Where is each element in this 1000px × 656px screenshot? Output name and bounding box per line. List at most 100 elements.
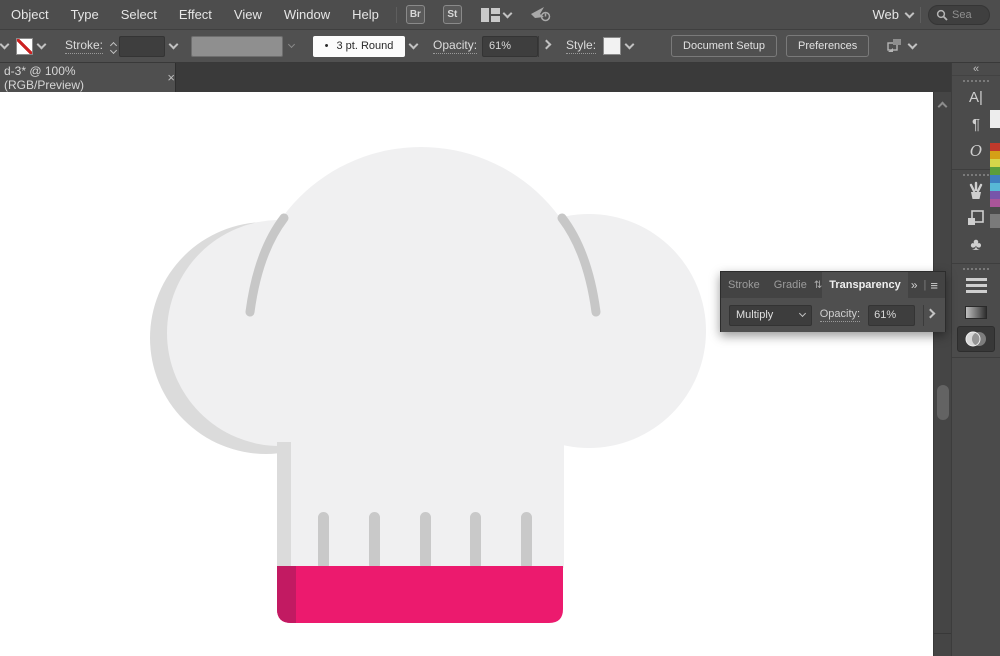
- align-icon[interactable]: [885, 36, 905, 57]
- preferences-button[interactable]: Preferences: [785, 35, 870, 57]
- blend-mode-value: Multiply: [736, 309, 774, 321]
- stock-icon[interactable]: St: [442, 5, 462, 24]
- transparency-panel-header: Stroke Gradie ⇅ Transparency » | ≡: [721, 272, 945, 298]
- panel-menu-icon[interactable]: ≡: [930, 278, 938, 293]
- menu-view[interactable]: View: [223, 0, 273, 29]
- opentype-icon: O: [969, 142, 983, 160]
- style-label[interactable]: Style:: [566, 38, 597, 54]
- swatch-gray[interactable]: [990, 214, 1000, 228]
- panel-opacity-label[interactable]: Opacity:: [819, 308, 861, 322]
- artboard-canvas[interactable]: [0, 92, 933, 656]
- search-icon: [936, 9, 948, 21]
- brush-bullet: •: [324, 40, 329, 52]
- menu-window[interactable]: Window: [273, 0, 341, 29]
- panel-opacity-options-button[interactable]: [922, 304, 937, 326]
- swatch-yellow[interactable]: [990, 159, 1000, 167]
- menu-type[interactable]: Type: [60, 0, 110, 29]
- align-chevron-icon[interactable]: [907, 39, 918, 50]
- menu-object[interactable]: Object: [0, 0, 60, 29]
- hat-stitch: [420, 512, 431, 570]
- workspace-chevron-icon: [904, 8, 915, 18]
- docked-swatches-sliver[interactable]: [990, 92, 1000, 392]
- search-input[interactable]: Sea: [928, 4, 990, 25]
- opacity-options-button[interactable]: [538, 35, 554, 57]
- panel-grip[interactable]: [963, 174, 989, 176]
- cycle-tabs-icon[interactable]: ⇅: [814, 280, 822, 291]
- swatch-red[interactable]: [990, 143, 1000, 151]
- panel-grip[interactable]: [963, 268, 989, 270]
- stroke-weight-stepper[interactable]: [109, 40, 118, 54]
- swatch-blue[interactable]: [990, 175, 1000, 183]
- menu-help[interactable]: Help: [341, 0, 390, 29]
- close-tab-icon[interactable]: ×: [167, 70, 175, 85]
- document-setup-button[interactable]: Document Setup: [671, 35, 777, 57]
- hat-brim: [277, 566, 563, 623]
- graphic-styles-icon: [968, 210, 984, 225]
- tab-stroke[interactable]: Stroke: [721, 272, 767, 298]
- menubar-divider: [395, 6, 397, 23]
- workspace-switcher[interactable]: Web Sea: [872, 4, 1000, 25]
- width-profile-select[interactable]: [191, 35, 284, 57]
- blend-mode-chevron-icon: [798, 309, 806, 318]
- brush-definition-select[interactable]: • 3 pt. Round: [313, 35, 406, 57]
- panel-grip[interactable]: [963, 80, 989, 82]
- hat-stitch: [369, 512, 380, 570]
- menu-bar: Object Type Select Effect View Window He…: [0, 0, 1000, 29]
- brush-value: 3 pt. Round: [336, 40, 394, 52]
- tab-gradient[interactable]: Gradie: [767, 272, 814, 298]
- swatch-green[interactable]: [990, 167, 1000, 175]
- stroke-weight-chevron-icon[interactable]: [165, 36, 181, 57]
- bridge-icon[interactable]: Br: [405, 5, 425, 24]
- swatch-purple[interactable]: [990, 191, 1000, 199]
- scrollbar-thumb[interactable]: [937, 385, 949, 420]
- vertical-scrollbar[interactable]: [933, 92, 952, 656]
- search-placeholder: Sea: [952, 8, 972, 21]
- hat-brim-shadow: [277, 566, 296, 623]
- fill-none-swatch[interactable]: [16, 37, 33, 55]
- document-tab-title: d-3* @ 100% (RGB/Preview): [4, 63, 85, 92]
- blend-mode-select[interactable]: Multiply: [729, 304, 812, 326]
- transparency-panel-icon: [965, 331, 986, 347]
- workspace-label: Web: [872, 7, 900, 22]
- style-chevron-icon[interactable]: [621, 36, 637, 57]
- opacity-label[interactable]: Opacity:: [433, 38, 478, 54]
- swatch-white[interactable]: [990, 110, 1000, 128]
- swatch-magenta[interactable]: [990, 199, 1000, 207]
- stroke-weight-label[interactable]: Stroke:: [65, 38, 104, 54]
- menu-select[interactable]: Select: [110, 0, 168, 29]
- opacity-input[interactable]: 61%: [482, 35, 539, 57]
- transparency-panel: Stroke Gradie ⇅ Transparency » | ≡ Multi…: [720, 271, 946, 332]
- graphic-style-swatch[interactable]: [603, 37, 622, 55]
- swatch-orange[interactable]: [990, 151, 1000, 159]
- chef-hat-artwork[interactable]: [0, 92, 933, 656]
- stroke-weight-input[interactable]: [119, 35, 166, 57]
- stroke-panel-icon: [965, 277, 987, 293]
- collapse-panel-icon[interactable]: »: [911, 278, 918, 292]
- tab-transparency[interactable]: Transparency: [822, 272, 908, 298]
- collapse-dock-button[interactable]: «: [952, 63, 1000, 76]
- gradient-panel-icon: [965, 305, 987, 319]
- fill-proxy-chevron-icon[interactable]: [0, 36, 12, 57]
- width-profile-chevron-icon[interactable]: [283, 36, 299, 57]
- brush-chevron-icon[interactable]: [405, 36, 421, 57]
- share-icon[interactable]: [529, 5, 551, 25]
- workspace-divider: [920, 6, 921, 23]
- panel-opacity-input[interactable]: 61%: [868, 304, 915, 326]
- hat-stitch: [521, 512, 532, 570]
- symbols-icon: ♣: [970, 235, 982, 254]
- menu-effect[interactable]: Effect: [168, 0, 223, 29]
- arrange-documents-chevron-icon[interactable]: [502, 8, 513, 18]
- fill-chevron-icon[interactable]: [33, 36, 49, 57]
- character-icon: A|: [969, 88, 983, 106]
- hat-stitch: [318, 512, 329, 570]
- document-tab[interactable]: d-3* @ 100% (RGB/Preview) ×: [0, 63, 176, 92]
- scroll-up-icon[interactable]: [937, 101, 948, 112]
- panel-header-divider: |: [923, 279, 927, 291]
- collapse-dock-icon: «: [972, 63, 980, 75]
- arrange-documents-icon[interactable]: [480, 7, 500, 22]
- hat-band-shadow: [277, 442, 291, 568]
- brushes-icon: [969, 181, 983, 199]
- control-bar: Stroke: • 3 pt. Round Opacity: 61% Style…: [0, 29, 1000, 63]
- scrollbar-divider: [934, 633, 952, 634]
- swatch-cyan[interactable]: [990, 183, 1000, 191]
